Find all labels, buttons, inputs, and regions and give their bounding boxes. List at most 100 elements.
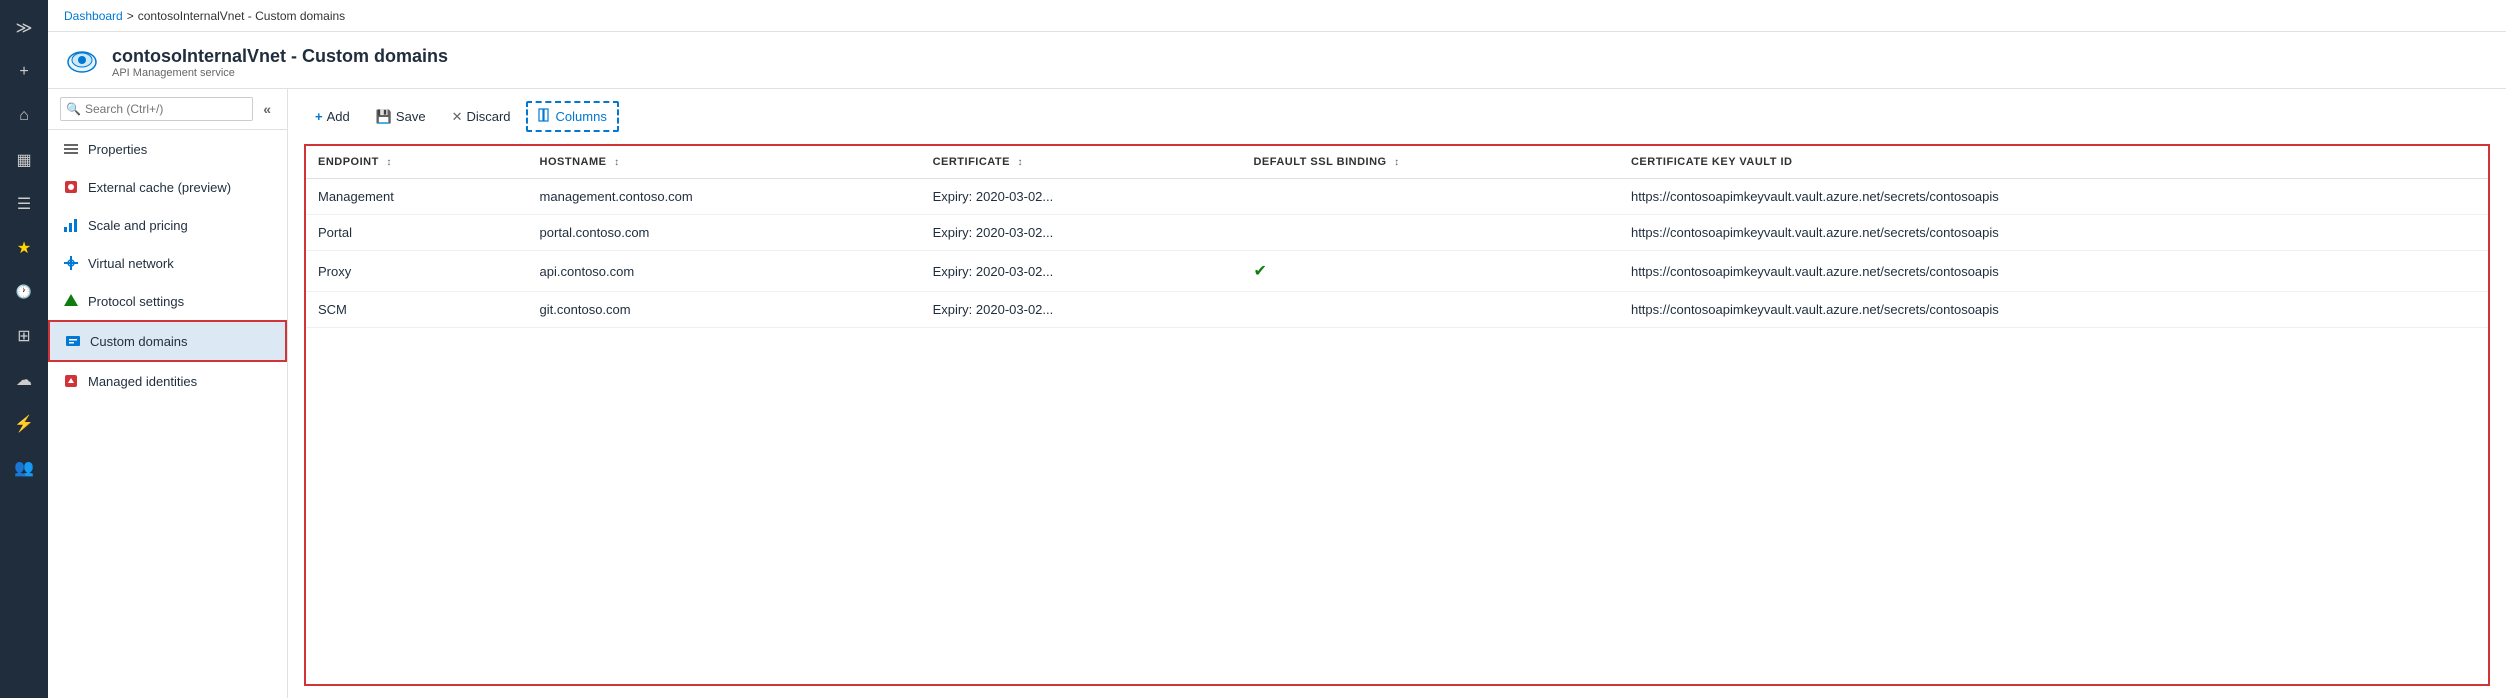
content-area: 🔍 « Properties External cache (preview) (48, 89, 2506, 698)
cell-endpoint: Portal (306, 215, 528, 251)
protocol-settings-icon (62, 292, 80, 310)
sidebar-item-properties[interactable]: Properties (48, 130, 287, 168)
table-row[interactable]: Proxyapi.contoso.comExpiry: 2020-03-02..… (306, 251, 2488, 292)
cell-certificate: Expiry: 2020-03-02... (921, 179, 1242, 215)
cell-endpoint: Proxy (306, 251, 528, 292)
main-panel: + Add 💾 Save ✕ Discard Columns (288, 89, 2506, 698)
cell-certificate: Expiry: 2020-03-02... (921, 292, 1242, 328)
sidebar-item-external-cache-label: External cache (preview) (88, 180, 231, 195)
sidebar-item-external-cache[interactable]: External cache (preview) (48, 168, 287, 206)
people-icon[interactable]: 👥 (4, 448, 44, 488)
table-header-row: ENDPOINT ↕ HOSTNAME ↕ CERTIFICATE ↕ (306, 146, 2488, 179)
cell-endpoint: SCM (306, 292, 528, 328)
properties-icon (62, 140, 80, 158)
page-subtitle: API Management service (112, 67, 448, 79)
cell-default_ssl (1241, 292, 1619, 328)
apim-icon (66, 46, 98, 78)
sidebar: 🔍 « Properties External cache (preview) (48, 89, 288, 698)
breadcrumb-home-link[interactable]: Dashboard (64, 9, 123, 23)
sidebar-item-protocol-settings[interactable]: Protocol settings (48, 282, 287, 320)
cell-cert_keyvault: https://contosoapimkeyvault.vault.azure.… (1619, 251, 2488, 292)
save-label: Save (396, 109, 426, 124)
cell-hostname: portal.contoso.com (528, 215, 921, 251)
cell-hostname: git.contoso.com (528, 292, 921, 328)
breadcrumb: Dashboard > contosoInternalVnet - Custom… (48, 0, 2506, 32)
discard-label: Discard (466, 109, 510, 124)
cell-cert_keyvault: https://contosoapimkeyvault.vault.azure.… (1619, 215, 2488, 251)
sort-endpoint-icon[interactable]: ↕ (386, 157, 392, 168)
custom-domains-table: ENDPOINT ↕ HOSTNAME ↕ CERTIFICATE ↕ (306, 146, 2488, 328)
sort-certificate-icon[interactable]: ↕ (1018, 157, 1024, 168)
sort-hostname-icon[interactable]: ↕ (614, 157, 620, 168)
cell-certificate: Expiry: 2020-03-02... (921, 215, 1242, 251)
cloud-icon[interactable]: ☁ (4, 360, 44, 400)
add-label: Add (327, 109, 350, 124)
main-wrapper: Dashboard > contosoInternalVnet - Custom… (48, 0, 2506, 698)
external-cache-icon (62, 178, 80, 196)
cell-default_ssl (1241, 215, 1619, 251)
add-icon: + (315, 109, 323, 124)
page-title: contosoInternalVnet - Custom domains (112, 46, 448, 67)
lightning-icon[interactable]: ⚡ (4, 404, 44, 444)
save-button[interactable]: 💾 Save (365, 103, 437, 131)
cell-cert_keyvault: https://contosoapimkeyvault.vault.azure.… (1619, 292, 2488, 328)
list-icon[interactable]: ☰ (4, 184, 44, 224)
sidebar-search-container: 🔍 « (48, 89, 287, 130)
save-icon: 💾 (376, 109, 392, 125)
sidebar-item-virtual-network-label: Virtual network (88, 256, 174, 271)
columns-button[interactable]: Columns (526, 101, 619, 132)
breadcrumb-separator: > (127, 9, 134, 23)
service-icon (64, 44, 100, 80)
scale-pricing-icon (62, 216, 80, 234)
managed-identities-icon (62, 372, 80, 390)
page-header: contosoInternalVnet - Custom domains API… (48, 32, 2506, 89)
cell-certificate: Expiry: 2020-03-02... (921, 251, 1242, 292)
col-header-hostname[interactable]: HOSTNAME ↕ (528, 146, 921, 179)
collapse-sidebar-icon[interactable]: ≫ (4, 8, 44, 48)
table-row[interactable]: SCMgit.contoso.comExpiry: 2020-03-02... h… (306, 292, 2488, 328)
custom-domains-icon (64, 332, 82, 350)
col-header-certificate[interactable]: CERTIFICATE ↕ (921, 146, 1242, 179)
plus-icon[interactable]: + (4, 52, 44, 92)
sort-default-ssl-icon[interactable]: ↕ (1394, 157, 1400, 168)
columns-label: Columns (556, 109, 607, 124)
discard-button[interactable]: ✕ Discard (441, 103, 522, 131)
sidebar-item-scale-pricing-label: Scale and pricing (88, 218, 188, 233)
clock-icon[interactable]: 🕐 (4, 272, 44, 312)
cell-hostname: management.contoso.com (528, 179, 921, 215)
table-container: ENDPOINT ↕ HOSTNAME ↕ CERTIFICATE ↕ (304, 144, 2490, 686)
table-body: Managementmanagement.contoso.comExpiry: … (306, 179, 2488, 328)
sidebar-item-custom-domains-label: Custom domains (90, 334, 188, 349)
cell-cert_keyvault: https://contosoapimkeyvault.vault.azure.… (1619, 179, 2488, 215)
ssl-binding-check: ✔ (1253, 263, 1266, 280)
breadcrumb-current: contosoInternalVnet - Custom domains (138, 9, 345, 23)
sidebar-collapse-button[interactable]: « (259, 101, 275, 117)
sidebar-item-scale-pricing[interactable]: Scale and pricing (48, 206, 287, 244)
sidebar-item-virtual-network[interactable]: Virtual network (48, 244, 287, 282)
table-row[interactable]: Portalportal.contoso.comExpiry: 2020-03-… (306, 215, 2488, 251)
star-icon[interactable]: ★ (4, 228, 44, 268)
cell-default_ssl: ✔ (1241, 251, 1619, 292)
sidebar-item-managed-identities[interactable]: Managed identities (48, 362, 287, 400)
virtual-network-icon (62, 254, 80, 272)
col-header-endpoint[interactable]: ENDPOINT ↕ (306, 146, 528, 179)
sidebar-item-custom-domains[interactable]: Custom domains (48, 320, 287, 362)
cell-default_ssl (1241, 179, 1619, 215)
table-row[interactable]: Managementmanagement.contoso.comExpiry: … (306, 179, 2488, 215)
columns-icon (538, 108, 552, 125)
icon-bar: ≫ + ⌂ ▦ ☰ ★ 🕐 ⊞ ☁ ⚡ 👥 (0, 0, 48, 698)
home-icon[interactable]: ⌂ (4, 96, 44, 136)
grid-icon[interactable]: ⊞ (4, 316, 44, 356)
sidebar-item-protocol-settings-label: Protocol settings (88, 294, 184, 309)
cell-endpoint: Management (306, 179, 528, 215)
toolbar: + Add 💾 Save ✕ Discard Columns (304, 101, 2490, 132)
dashboard-icon[interactable]: ▦ (4, 140, 44, 180)
col-header-default-ssl[interactable]: DEFAULT SSL BINDING ↕ (1241, 146, 1619, 179)
sidebar-item-properties-label: Properties (88, 142, 147, 157)
col-header-cert-keyvault[interactable]: CERTIFICATE KEY VAULT ID (1619, 146, 2488, 179)
cell-hostname: api.contoso.com (528, 251, 921, 292)
add-button[interactable]: + Add (304, 103, 361, 130)
search-icon: 🔍 (66, 102, 81, 116)
discard-icon: ✕ (452, 109, 463, 125)
search-input[interactable] (60, 97, 253, 121)
